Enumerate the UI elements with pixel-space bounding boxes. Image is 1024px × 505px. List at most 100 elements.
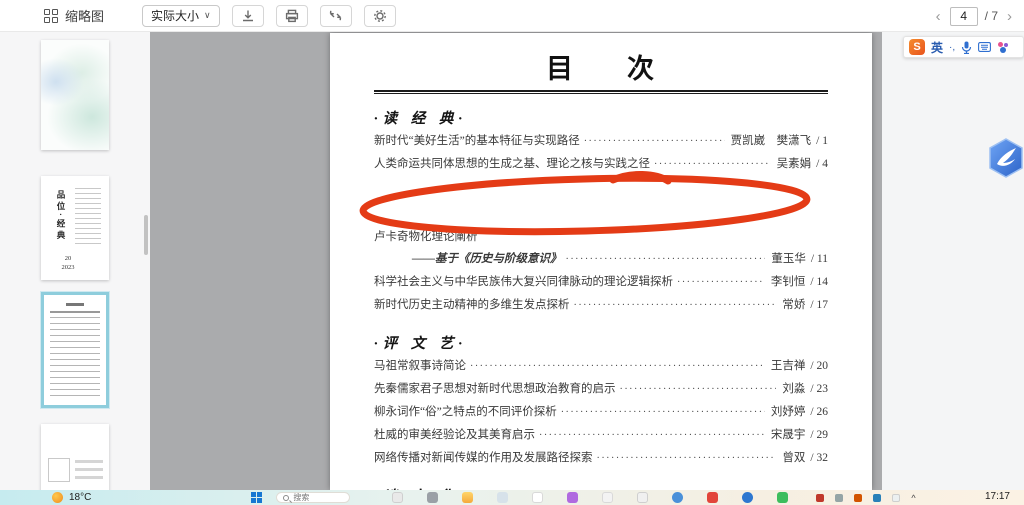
tray-icon[interactable] bbox=[892, 494, 900, 502]
toc-entry: 科学社会主义与中华民族伟大复兴同律脉动的理论逻辑探析李钊恒/ 14 bbox=[374, 273, 828, 296]
toc-subentry: ——基于《历史与阶级意识》董玉华/ 11 bbox=[374, 250, 828, 273]
toc-rows: 马祖常叙事诗简论王吉禅/ 20 先秦儒家君子思想对新时代思想政治教育的启示刘淼/… bbox=[330, 357, 872, 472]
dot-leader bbox=[597, 453, 777, 464]
toc-entry: 柳永词作“俗”之特点的不同评价探析刘妤婷/ 26 bbox=[374, 403, 828, 426]
thumb-article-figure bbox=[48, 458, 70, 482]
thumbnails-toggle[interactable]: 缩略图 bbox=[44, 6, 104, 25]
toc-entry: 新时代历史主动精神的多维生发点探析常娇/ 17 bbox=[374, 296, 828, 319]
taskbar-app-icon[interactable] bbox=[637, 492, 648, 503]
taskbar-app-icon[interactable] bbox=[567, 492, 578, 503]
dot-leader bbox=[584, 136, 725, 147]
toc-entry: 马祖常叙事诗简论王吉禅/ 20 bbox=[374, 357, 828, 380]
taskbar-apps bbox=[392, 492, 788, 503]
virtual-keyboard-button[interactable] bbox=[978, 42, 991, 52]
print-button[interactable] bbox=[276, 5, 308, 27]
clock-label: 17:17 bbox=[985, 491, 1010, 502]
title-double-rule bbox=[374, 90, 828, 94]
zoom-level-select[interactable]: 实际大小 ∨ bbox=[142, 5, 220, 27]
dot-leader bbox=[539, 430, 765, 441]
taskbar-app-icon[interactable] bbox=[392, 492, 403, 503]
gear-icon bbox=[373, 9, 387, 23]
toc-entry: 新时代“美好生活”的基本特征与实现路径贾凯崴 樊潇飞/ 1 bbox=[374, 132, 828, 155]
dot-leader bbox=[654, 159, 771, 170]
taskbar-app-icon[interactable] bbox=[532, 492, 543, 503]
grid-icon bbox=[44, 9, 58, 23]
tray-icon[interactable] bbox=[816, 494, 824, 502]
download-icon bbox=[241, 9, 255, 23]
folder-icon[interactable] bbox=[462, 492, 473, 503]
thumbnail-scrollbar[interactable] bbox=[144, 215, 148, 255]
document-page: 目次 ·读 经 典· 新时代“美好生活”的基本特征与实现路径贾凯崴 樊潇飞/ 1… bbox=[330, 33, 872, 490]
issue-label: 20 2023 bbox=[41, 254, 95, 274]
taskbar-app-icon[interactable] bbox=[427, 492, 438, 503]
toolbar: 缩略图 实际大小 ∨ bbox=[0, 0, 1024, 32]
taskbar-search[interactable]: 搜索 bbox=[276, 492, 350, 503]
taskbar-app-icon[interactable] bbox=[707, 492, 718, 503]
page-total-label: / 7 bbox=[985, 9, 998, 23]
section-header: ·读 经 典· bbox=[374, 107, 872, 127]
punctuation-toggle[interactable]: ·, bbox=[949, 42, 955, 53]
taskbar-app-icon[interactable] bbox=[742, 492, 753, 503]
search-icon bbox=[283, 495, 289, 501]
browser-icon[interactable] bbox=[672, 492, 683, 503]
system-tray: ^ bbox=[816, 493, 915, 503]
thumbnail-panel: 品位·经典 20 2023 bbox=[0, 32, 150, 490]
sogou-tools-icon[interactable] bbox=[997, 41, 1010, 54]
thumbnails-label: 缩略图 bbox=[65, 6, 104, 25]
printer-icon bbox=[285, 9, 299, 23]
tray-expand-caret[interactable]: ^ bbox=[911, 493, 915, 503]
pdf-reader-window: 缩略图 实际大小 ∨ bbox=[0, 0, 1024, 505]
taskbar-app-icon[interactable] bbox=[497, 492, 508, 503]
right-background-area bbox=[882, 32, 1024, 490]
tray-icon[interactable] bbox=[854, 494, 862, 502]
toc-entry: 杜威的审美经验论及其美育启示宋晟宇/ 29 bbox=[374, 426, 828, 449]
section-header: ·评 文 艺· bbox=[374, 332, 872, 352]
toc-entry: 人类命运共同体思想的生成之基、理论之核与实践之径吴素娟/ 4 bbox=[374, 155, 828, 178]
zoom-level-value: 实际大小 bbox=[151, 7, 199, 24]
sogou-input-bar: S 英 ·, bbox=[903, 36, 1024, 58]
thumb-article-lines bbox=[75, 460, 103, 480]
thumb-toc-lines bbox=[50, 317, 100, 401]
search-label: 搜索 bbox=[293, 492, 309, 503]
windows-start-button[interactable] bbox=[251, 492, 262, 503]
fullscreen-icon bbox=[329, 9, 342, 22]
dot-leader bbox=[470, 361, 765, 372]
temperature-label: 18°C bbox=[69, 492, 91, 503]
thumbnail-page-4-article[interactable] bbox=[41, 424, 109, 490]
page-number-input[interactable] bbox=[950, 7, 978, 26]
download-button[interactable] bbox=[232, 5, 264, 27]
toolbar-tools: 实际大小 ∨ bbox=[142, 5, 396, 27]
wechat-icon[interactable] bbox=[777, 492, 788, 503]
dot-leader bbox=[566, 254, 766, 265]
microphone-icon bbox=[961, 41, 972, 54]
dot-leader bbox=[561, 407, 765, 418]
thunder-download-float-button[interactable] bbox=[988, 137, 1024, 181]
dot-leader bbox=[677, 277, 765, 288]
fullscreen-button[interactable] bbox=[320, 5, 352, 27]
keyboard-icon bbox=[978, 42, 991, 52]
tray-icon[interactable] bbox=[835, 494, 843, 502]
voice-input-button[interactable] bbox=[961, 41, 972, 54]
toc-entry-title-only: 卢卡奇物化理论阐析 bbox=[374, 228, 828, 250]
thumb-toc-rule bbox=[50, 311, 100, 313]
thumbnail-page-2-title[interactable]: 品位·经典 20 2023 bbox=[41, 176, 109, 280]
dot-leader bbox=[620, 384, 777, 395]
tray-icon[interactable] bbox=[873, 494, 881, 502]
taskbar-app-icon[interactable] bbox=[602, 492, 613, 503]
input-mode-toggle[interactable]: 英 bbox=[931, 39, 943, 56]
settings-button[interactable] bbox=[364, 5, 396, 27]
thumbnail-page-3-toc-selected[interactable] bbox=[41, 292, 109, 408]
thumb-toc-title-bar bbox=[66, 303, 84, 306]
windows-taskbar: 18°C 搜索 ^ 17:17 bbox=[0, 490, 1024, 505]
thumb-text-lines bbox=[75, 188, 101, 246]
sun-icon bbox=[52, 492, 63, 503]
next-page-button[interactable]: › bbox=[1005, 9, 1014, 24]
prev-page-button[interactable]: ‹ bbox=[934, 9, 943, 24]
chevron-down-icon: ∨ bbox=[204, 10, 211, 21]
thumbnail-page-1-cover[interactable] bbox=[41, 40, 109, 150]
toc-entry: 网络传播对新闻传媒的作用及发展路径探索曾双/ 32 bbox=[374, 449, 828, 472]
weather-widget[interactable]: 18°C bbox=[52, 492, 91, 503]
page-navigation: ‹ / 7 › bbox=[934, 0, 1014, 32]
sogou-logo[interactable]: S bbox=[909, 39, 925, 55]
toc-entry: 先秦儒家君子思想对新时代思想政治教育的启示刘淼/ 23 bbox=[374, 380, 828, 403]
